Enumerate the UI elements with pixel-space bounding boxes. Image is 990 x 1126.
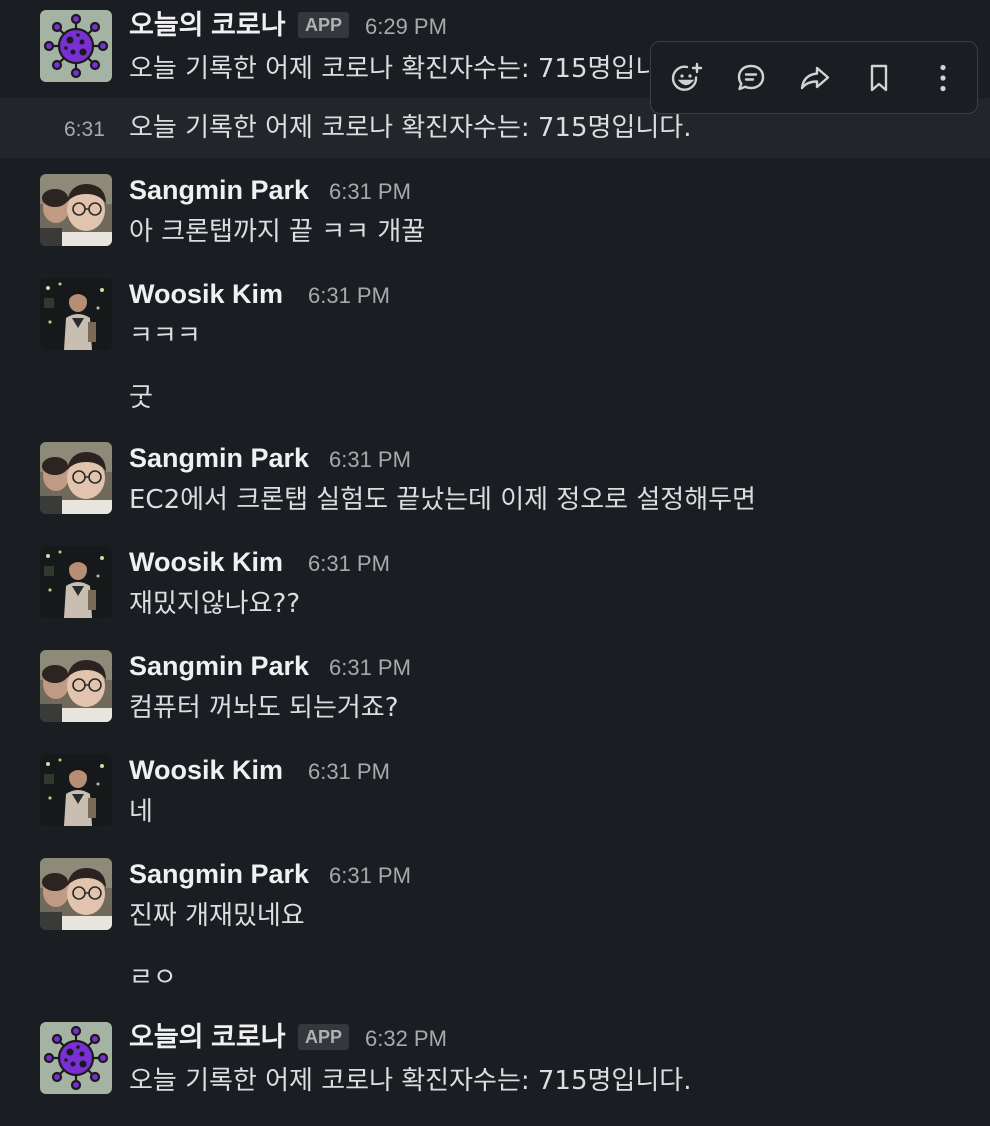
message[interactable]: Sangmin Park 6:31 PM 진짜 개재밌네요 ㄹㅇ (0, 844, 990, 1004)
app-badge: APP (298, 1024, 350, 1050)
author-name[interactable]: Woosik Kim (129, 754, 283, 786)
message-text: 컴퓨터 꺼놔도 되는거죠? (129, 693, 399, 723)
author-name[interactable]: Sangmin Park (129, 174, 309, 206)
avatar[interactable] (40, 442, 112, 514)
user-photo (40, 858, 112, 930)
message[interactable]: Sangmin Park 6:31 PM 아 크론탭까지 끝 ㅋㅋ 개꿀 (0, 160, 990, 260)
avatar[interactable] (40, 174, 112, 246)
avatar[interactable] (40, 278, 112, 350)
author-name[interactable]: 오늘의 코로나 (129, 9, 286, 41)
virus-icon (40, 1022, 112, 1094)
message-text: 재밌지않나요?? (129, 589, 301, 619)
timestamp[interactable]: 6:31 PM (308, 548, 390, 580)
avatar[interactable] (40, 754, 112, 826)
avatar[interactable] (40, 650, 112, 722)
message-text: 진짜 개재밌네요 (129, 901, 305, 931)
message-text: EC2에서 크론탭 실험도 끝났는데 이제 정오로 설정해두면 (129, 485, 756, 515)
avatar[interactable] (40, 858, 112, 930)
timestamp[interactable]: 6:31 PM (308, 756, 390, 788)
save-button[interactable] (857, 56, 901, 100)
message-text: 아 크론탭까지 끝 ㅋㅋ 개꿀 (129, 217, 426, 247)
add-reaction-icon (671, 62, 703, 91)
message-text: ㅋㅋㅋ (129, 321, 201, 351)
message-text-clip: 오늘 기록한 어제 코로나 확진자수는: 715명입니다. (129, 52, 649, 92)
avatar[interactable] (40, 1022, 112, 1094)
bookmark-icon (870, 64, 888, 92)
timestamp[interactable]: 6:31 (64, 114, 105, 146)
message[interactable]: Sangmin Park 6:31 PM 컴퓨터 꺼놔도 되는거죠? (0, 636, 990, 736)
virus-icon (40, 10, 112, 82)
timestamp[interactable]: 6:31 PM (329, 444, 411, 476)
author-name[interactable]: 오늘의 코로나 (129, 1021, 286, 1053)
message-text: 굿 (129, 383, 153, 413)
message[interactable]: Woosik Kim 6:31 PM 재밌지않나요?? (0, 532, 990, 632)
timestamp[interactable]: 6:31 PM (329, 860, 411, 892)
timestamp[interactable]: 6:32 PM (365, 1023, 447, 1055)
message[interactable]: 오늘의 코로나 APP 6:32 PM 오늘 기록한 어제 코로나 확진자수는:… (0, 1008, 990, 1118)
timestamp[interactable]: 6:31 PM (329, 652, 411, 684)
avatar[interactable] (40, 10, 112, 82)
user-photo (40, 174, 112, 246)
timestamp[interactable]: 6:31 PM (308, 280, 390, 312)
share-icon (800, 66, 830, 90)
user-photo (40, 650, 112, 722)
add-reaction-button[interactable] (665, 56, 709, 100)
more-actions-icon (940, 64, 946, 92)
message-text: 오늘 기록한 어제 코로나 확진자수는: 715명입니다. (129, 54, 649, 84)
message[interactable]: Sangmin Park 6:31 PM EC2에서 크론탭 실험도 끝났는데 … (0, 428, 990, 528)
author-name[interactable]: Sangmin Park (129, 650, 309, 682)
user-photo (40, 442, 112, 514)
message-text: 네 (129, 797, 153, 827)
timestamp[interactable]: 6:29 PM (365, 11, 447, 43)
message-feed: 오늘의 코로나 APP 6:29 PM 오늘 기록한 어제 코로나 확진자수는:… (0, 0, 990, 1126)
message-text: 오늘 기록한 어제 코로나 확진자수는: 715명입니다. (129, 113, 692, 143)
reply-thread-button[interactable] (729, 56, 773, 100)
message-actions-toolbar (650, 41, 978, 114)
author-name[interactable]: Sangmin Park (129, 442, 309, 474)
author-name[interactable]: Woosik Kim (129, 546, 283, 578)
message[interactable]: Woosik Kim 6:31 PM 네 (0, 740, 990, 840)
message[interactable]: Woosik Kim 6:31 PM ㅋㅋㅋ 굿 (0, 264, 990, 424)
share-button[interactable] (793, 56, 837, 100)
author-name[interactable]: Woosik Kim (129, 278, 283, 310)
message-text: 오늘 기록한 어제 코로나 확진자수는: 715명입니다. (129, 1066, 692, 1096)
message-text: ㄹㅇ (129, 963, 177, 993)
user-photo (40, 754, 112, 826)
app-badge: APP (298, 12, 350, 38)
author-name[interactable]: Sangmin Park (129, 858, 309, 890)
user-photo (40, 278, 112, 350)
timestamp[interactable]: 6:31 PM (329, 176, 411, 208)
avatar[interactable] (40, 546, 112, 618)
reply-thread-icon (737, 64, 765, 91)
more-actions-button[interactable] (921, 56, 965, 100)
user-photo (40, 546, 112, 618)
